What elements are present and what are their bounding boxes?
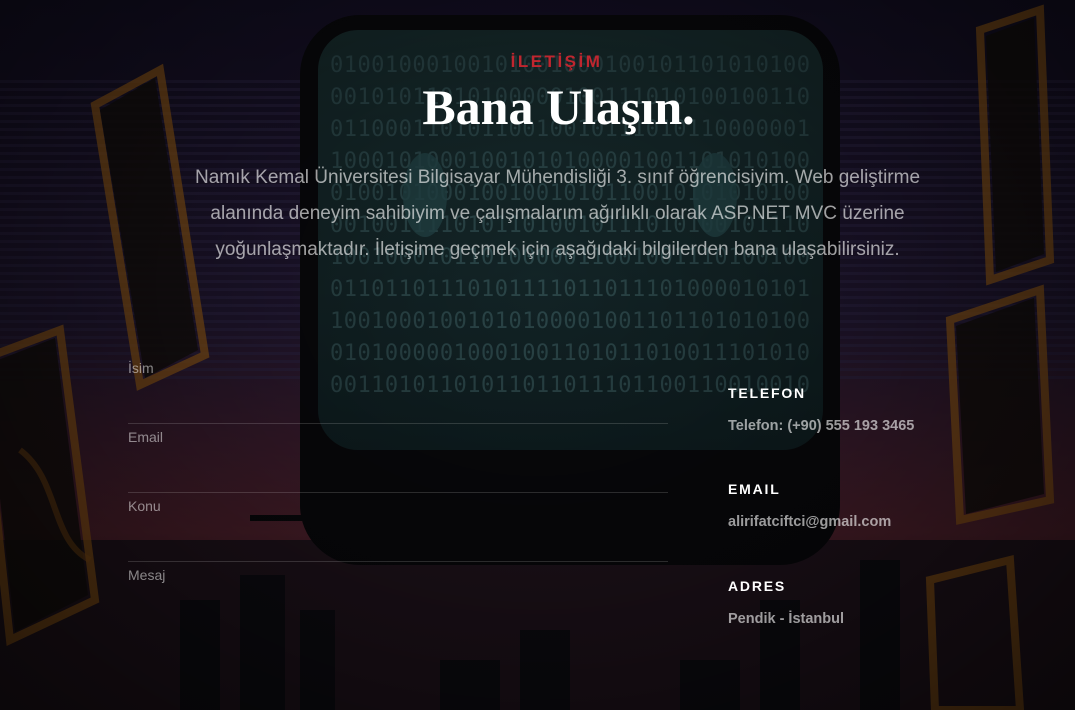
phone-value: Telefon: (+90) 555 193 3465: [728, 418, 915, 434]
contact-form: [128, 355, 668, 652]
address-label: ADRES: [728, 578, 787, 594]
message-field-wrapper: [128, 562, 668, 652]
message-textarea[interactable]: [128, 562, 668, 652]
email-label: EMAIL: [728, 481, 781, 497]
address-block: ADRES Pendik - İstanbul: [728, 578, 844, 629]
phone-label: TELEFON: [728, 385, 806, 401]
phone-block: TELEFON Telefon: (+90) 555 193 3465: [728, 385, 914, 436]
name-field-wrapper: [128, 355, 668, 424]
section-kicker: İLETİŞİM: [510, 52, 603, 71]
section-description: Namık Kemal Üniversitesi Bilgisayar Mühe…: [194, 167, 921, 260]
contact-section: 01001000100101001000100101101010100 0010…: [0, 0, 1075, 710]
name-input[interactable]: [128, 355, 668, 381]
email-block: EMAIL alirifatciftci@gmail.com: [728, 481, 891, 532]
subject-input[interactable]: [128, 493, 668, 519]
subject-field-wrapper: [128, 493, 668, 562]
email-field-wrapper: [128, 424, 668, 493]
email-input[interactable]: [128, 424, 668, 450]
address-value: Pendik - İstanbul: [728, 611, 845, 627]
email-value: alirifatciftci@gmail.com: [728, 514, 892, 530]
section-title: Bana Ulaşın.: [422, 79, 695, 135]
